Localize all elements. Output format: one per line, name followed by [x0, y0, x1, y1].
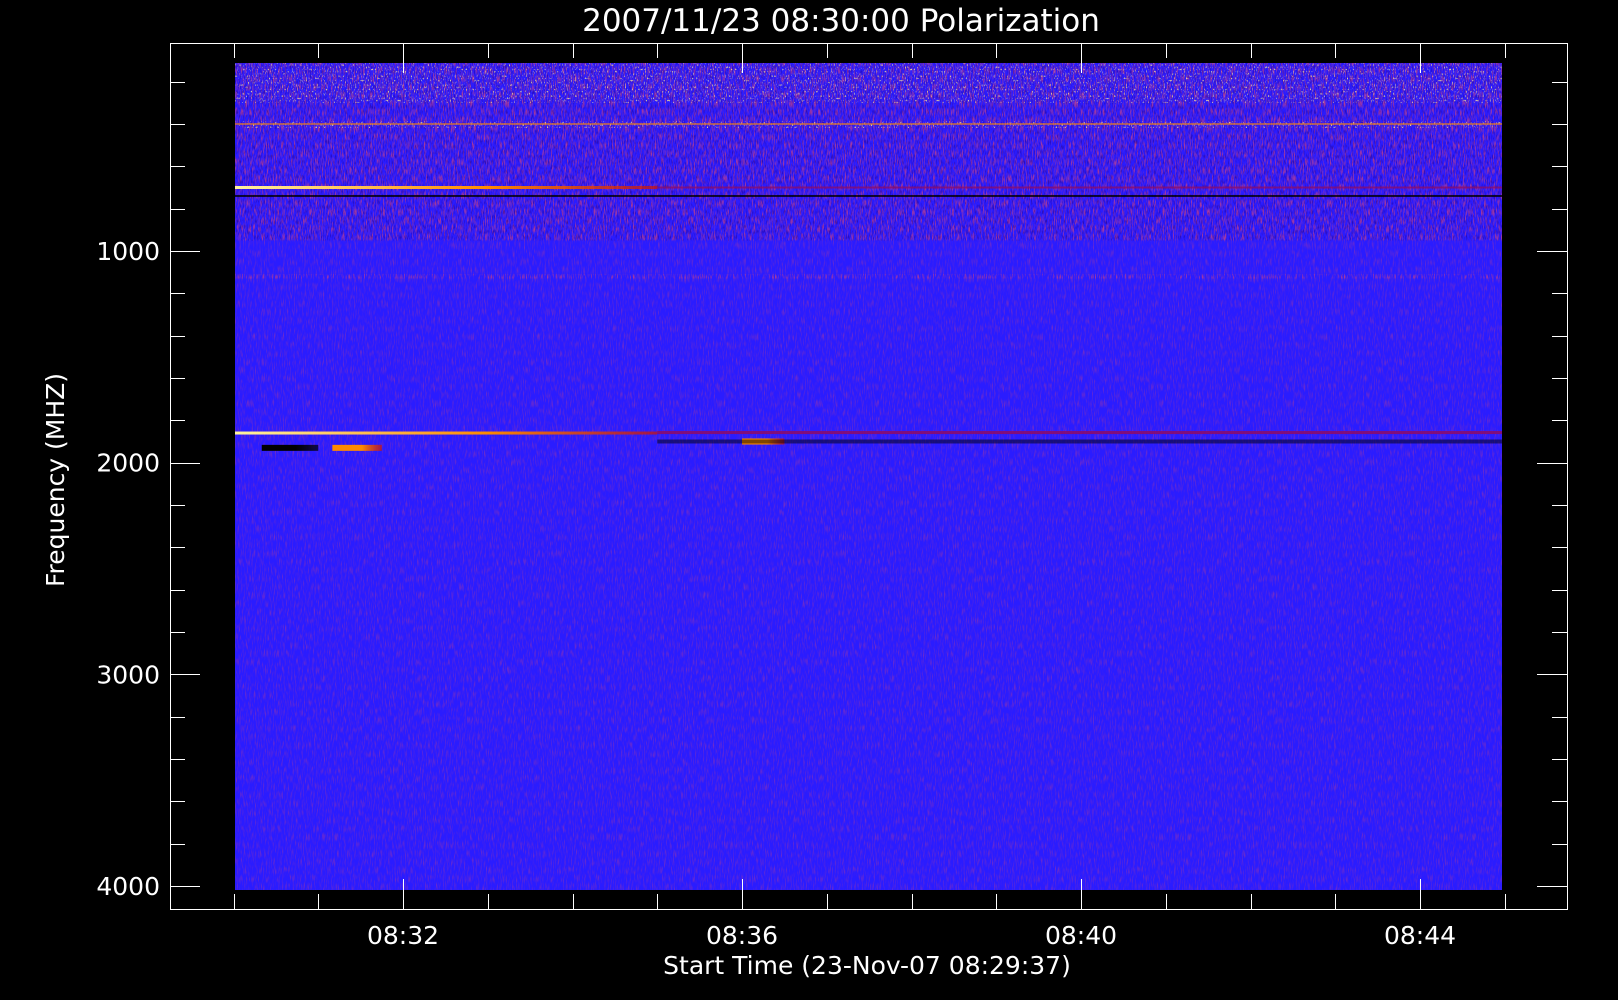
x-tick-label-0836: 08:36 — [706, 921, 778, 950]
x-tick-label-0832: 08:32 — [367, 921, 439, 950]
line-700-tail — [657, 186, 1502, 189]
x-tick-label-0844: 08:44 — [1384, 921, 1456, 950]
feature-3 — [235, 431, 658, 435]
dark-line-740 — [235, 194, 1502, 197]
y-tick-label-3000: 3000 — [96, 660, 160, 689]
feature-2 — [235, 186, 658, 189]
feature-5 — [332, 444, 382, 451]
top-sparkle — [235, 63, 1502, 103]
y-tick-label-1000: 1000 — [96, 237, 160, 266]
spectrogram-image — [235, 63, 1502, 890]
y-tick-label-2000: 2000 — [96, 449, 160, 478]
dark-1900-tail — [657, 439, 1502, 444]
y-tick-labels: 1000 2000 3000 4000 — [96, 237, 160, 901]
x-tick-label-0840: 08:40 — [1045, 921, 1117, 950]
y-axis-label: Frequency (MHZ) — [41, 373, 70, 587]
x-tick-labels: 08:32 08:36 08:40 08:44 — [367, 921, 1456, 950]
polarization-spectrogram: 2007/11/23 08:30:00 Polarization 1000 200… — [41, 3, 1568, 980]
y-tick-label-4000: 4000 — [96, 872, 160, 901]
feature-4 — [261, 444, 319, 451]
chart-title: 2007/11/23 08:30:00 Polarization — [582, 3, 1100, 39]
speckle-row-1120 — [235, 274, 1502, 279]
x-axis-label: Start Time (23-Nov-07 08:29:37) — [663, 951, 1071, 980]
line-1860-tail — [657, 431, 1502, 435]
